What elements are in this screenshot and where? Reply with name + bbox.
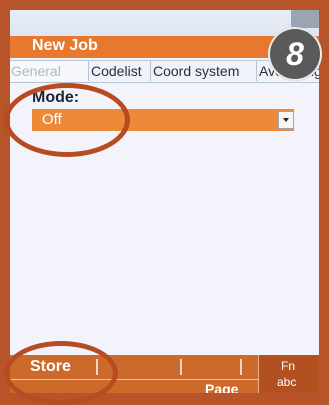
softkey-row: Store xyxy=(10,355,260,380)
page-button[interactable]: Page xyxy=(205,381,238,393)
store-button-label: Store xyxy=(30,358,71,375)
fn-label: Fn xyxy=(281,359,296,373)
device-frame: New Job General Codelist Coord system Av… xyxy=(0,0,329,405)
tab-general-label: General xyxy=(11,63,61,79)
step-number-badge: 8 xyxy=(268,27,322,81)
softkey-bar: Store Page Fn abc xyxy=(10,355,319,393)
tab-codelist-label: Codelist xyxy=(91,63,142,79)
tab-coord-system-label: Coord system xyxy=(153,63,240,79)
softkey-divider xyxy=(180,359,182,375)
tab-general[interactable]: General xyxy=(10,60,94,81)
softkey-divider xyxy=(96,359,98,375)
content-area xyxy=(10,132,319,354)
mode-label: Mode: xyxy=(32,89,80,106)
softkey-divider xyxy=(240,359,242,375)
step-number: 8 xyxy=(286,36,304,72)
mode-select[interactable]: Off xyxy=(32,109,294,131)
tab-coord-system[interactable]: Coord system xyxy=(150,60,260,81)
tab-codelist[interactable]: Codelist xyxy=(88,60,154,81)
close-icon[interactable] xyxy=(291,10,319,28)
abc-label: abc xyxy=(277,375,297,389)
fn-abc-key[interactable]: Fn abc xyxy=(258,355,319,393)
dropdown-arrow-icon[interactable] xyxy=(278,111,294,129)
mode-select-value: Off xyxy=(42,111,62,128)
page-title: New Job xyxy=(32,37,98,54)
store-button[interactable]: Store xyxy=(30,355,110,379)
